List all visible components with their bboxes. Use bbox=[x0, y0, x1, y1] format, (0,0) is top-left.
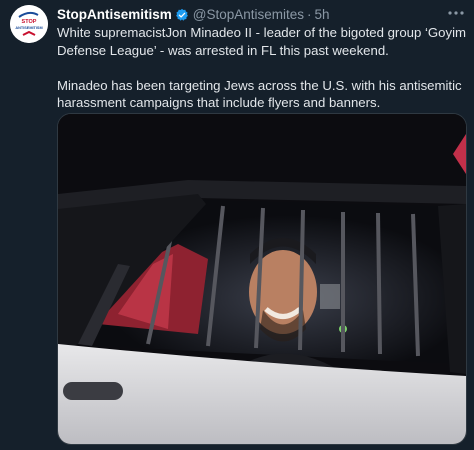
separator-dot: · bbox=[307, 7, 312, 22]
tweet-paragraph-1: White supremacistJon Minadeo II - leader… bbox=[57, 25, 467, 58]
handle[interactable]: @StopAntisemites bbox=[193, 6, 304, 24]
police-car-photo bbox=[58, 114, 466, 444]
tweet-paragraph-2: Minadeo has been targeting Jews across t… bbox=[57, 77, 462, 111]
tweet[interactable]: STOP ANTISEMITISM StopAntisemitism @Stop… bbox=[0, 0, 474, 450]
svg-text:ANTISEMITISM: ANTISEMITISM bbox=[15, 26, 42, 30]
more-options-icon[interactable] bbox=[446, 4, 466, 22]
avatar[interactable]: STOP ANTISEMITISM bbox=[10, 5, 48, 43]
display-name[interactable]: StopAntisemitism bbox=[57, 6, 172, 24]
svg-text:STOP: STOP bbox=[22, 19, 37, 25]
timestamp[interactable]: 5h bbox=[315, 6, 330, 24]
tweet-header: StopAntisemitism @StopAntisemites · 5h bbox=[57, 6, 444, 24]
verified-badge-icon bbox=[175, 8, 189, 22]
tweet-photo[interactable] bbox=[57, 113, 467, 445]
tweet-text: White supremacistJon Minadeo II - leader… bbox=[57, 24, 467, 112]
stop-antisemitism-logo: STOP ANTISEMITISM bbox=[10, 5, 48, 43]
